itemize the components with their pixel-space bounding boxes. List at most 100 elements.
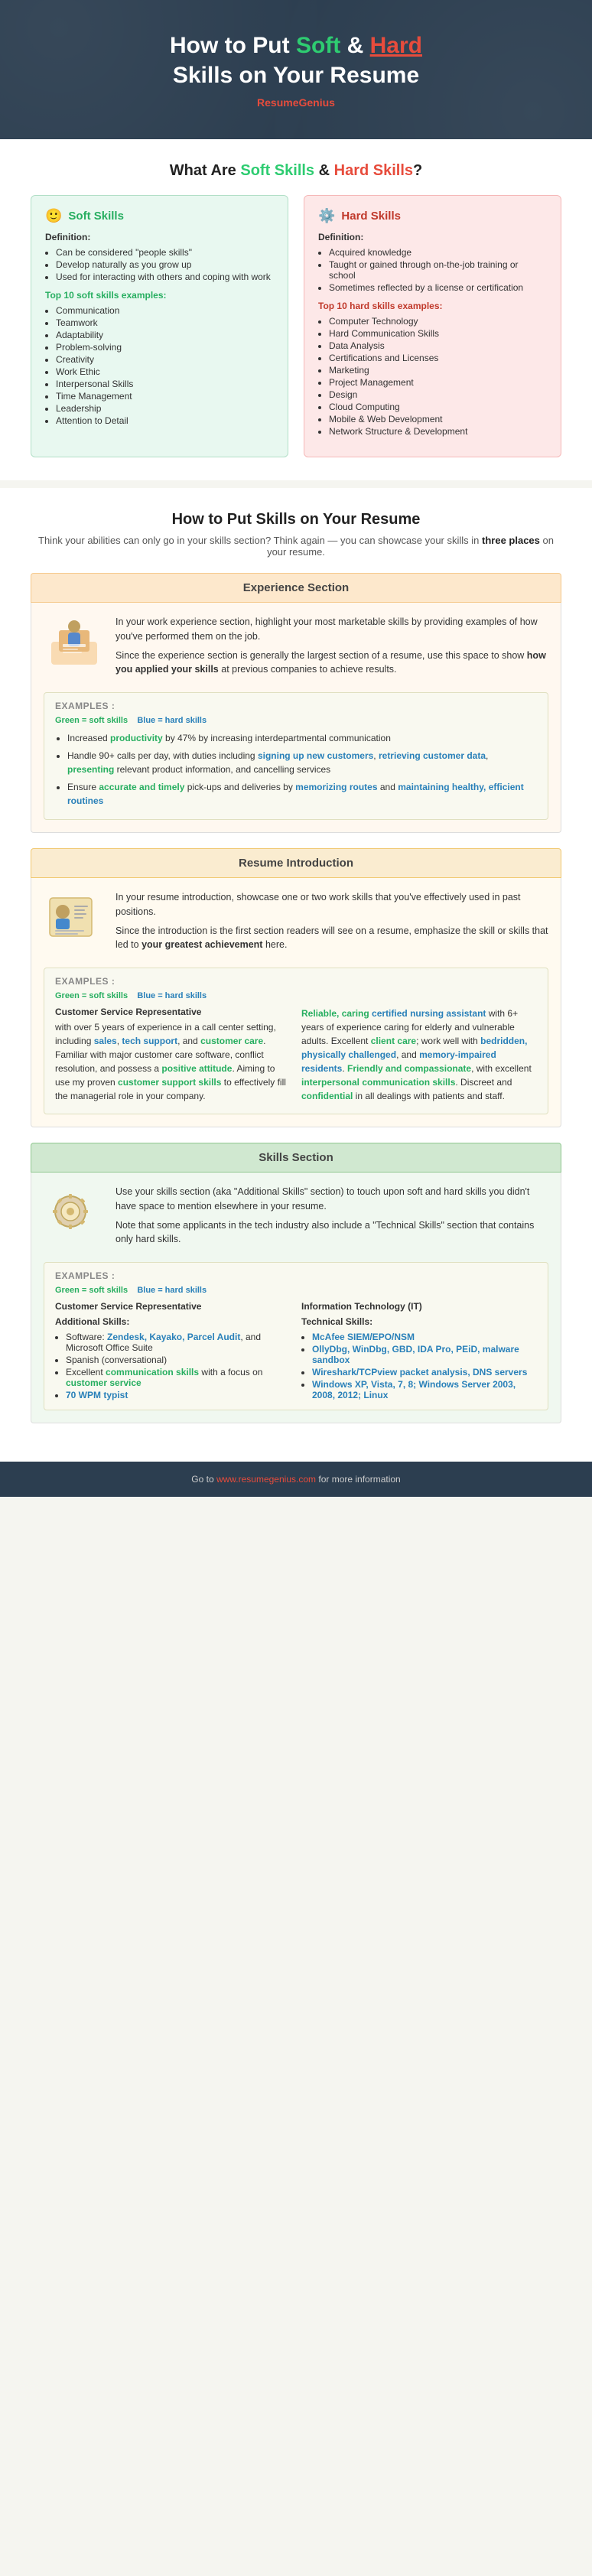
introduction-legend: Green = soft skills Blue = hard skills <box>55 991 537 1000</box>
introduction-section-body: In your resume introduction, showcase on… <box>31 878 561 1127</box>
experience-content-row: In your work experience section, highlig… <box>44 615 548 681</box>
hard-skills-icon: ⚙️ <box>318 208 335 224</box>
hard-top-label: Top 10 hard skills examples: <box>318 301 547 311</box>
list-item: Ensure accurate and timely pick-ups and … <box>67 780 537 808</box>
introduction-examples-box: EXAMPLES : Green = soft skills Blue = ha… <box>44 968 548 1114</box>
skills-two-col: Customer Service Representative Addition… <box>55 1301 537 1402</box>
list-item: Communication <box>56 305 274 316</box>
skills-left-col: Customer Service Representative Addition… <box>55 1301 291 1402</box>
list-item: Cloud Computing <box>329 402 547 412</box>
hard-def-item: Acquired knowledge <box>329 247 547 258</box>
skills-subsection: Skills Section <box>31 1143 561 1423</box>
soft-definition-list: Can be considered "people skills" Develo… <box>45 247 274 282</box>
skills-right-bullets: McAfee SIEM/EPO/NSM OllyDbg, WinDbg, GBD… <box>301 1332 537 1400</box>
introduction-right-col: Reliable, caring certified nursing assis… <box>301 1007 537 1106</box>
introduction-left-col: Customer Service Representative with ove… <box>55 1007 291 1106</box>
soft-definition-label: Definition: <box>45 232 274 242</box>
list-item: Windows XP, Vista, 7, 8; Windows Server … <box>312 1379 537 1400</box>
list-item: Teamwork <box>56 317 274 328</box>
experience-section-body: In your work experience section, highlig… <box>31 603 561 833</box>
soft-examples-list: Communication Teamwork Adaptability Prob… <box>45 305 274 426</box>
skills-section-header: Skills Section <box>31 1143 561 1173</box>
what-skills-section: What Are Soft Skills & Hard Skills? 🙂 So… <box>0 139 592 480</box>
list-item: Network Structure & Development <box>329 426 547 437</box>
introduction-illustration <box>44 890 105 944</box>
list-item: McAfee SIEM/EPO/NSM <box>312 1332 537 1342</box>
skills-text: Use your skills section (aka "Additional… <box>115 1185 548 1251</box>
list-item: Adaptability <box>56 330 274 340</box>
hard-examples-list: Computer Technology Hard Communication S… <box>318 316 547 437</box>
experience-bullets: Increased productivity by 47% by increas… <box>55 731 537 808</box>
experience-examples-label: EXAMPLES : <box>55 701 537 711</box>
list-item: Creativity <box>56 354 274 365</box>
soft-def-item: Used for interacting with others and cop… <box>56 272 274 282</box>
hard-skills-header: ⚙️ Hard Skills <box>318 208 547 224</box>
skills-legend: Green = soft skills Blue = hard skills <box>55 1286 537 1295</box>
introduction-text: In your resume introduction, showcase on… <box>115 890 548 957</box>
footer-link[interactable]: www.resumegenius.com <box>216 1474 316 1485</box>
skills-left-bullets: Software: Zendesk, Kayako, Parcel Audit,… <box>55 1332 291 1400</box>
hard-def-item: Taught or gained through on-the-job trai… <box>329 259 547 281</box>
skills-columns: 🙂 Soft Skills Definition: Can be conside… <box>31 195 561 457</box>
soft-skills-icon: 🙂 <box>45 208 62 224</box>
list-item: 70 WPM typist <box>66 1390 291 1400</box>
skills-illustration <box>44 1185 105 1238</box>
list-item: Software: Zendesk, Kayako, Parcel Audit,… <box>66 1332 291 1353</box>
hard-definition-list: Acquired knowledge Taught or gained thro… <box>318 247 547 293</box>
soft-top-label: Top 10 soft skills examples: <box>45 290 274 301</box>
introduction-section-header: Resume Introduction <box>31 848 561 878</box>
experience-subsection: Experience Section <box>31 573 561 833</box>
how-subtitle: Think your abilities can only go in your… <box>31 535 561 558</box>
list-item: Design <box>329 389 547 400</box>
list-item: Mobile & Web Development <box>329 414 547 424</box>
page-title: How to Put Soft & Hard Skills on Your Re… <box>46 31 546 90</box>
introduction-subsection: Resume Introduction <box>31 848 561 1127</box>
list-item: Work Ethic <box>56 366 274 377</box>
list-item: Problem-solving <box>56 342 274 353</box>
page-header: How to Put Soft & Hard Skills on Your Re… <box>0 0 592 139</box>
hard-skills-title: Hard Skills <box>341 210 401 223</box>
introduction-content-row: In your resume introduction, showcase on… <box>44 890 548 957</box>
how-section: How to Put Skills on Your Resume Think y… <box>0 488 592 1462</box>
list-item: Spanish (conversational) <box>66 1355 291 1365</box>
hard-def-item: Sometimes reflected by a license or cert… <box>329 282 547 293</box>
list-item: Data Analysis <box>329 340 547 351</box>
skills-content-row: Use your skills section (aka "Additional… <box>44 1185 548 1251</box>
skills-examples-label: EXAMPLES : <box>55 1270 537 1281</box>
skills-right-col: Information Technology (IT) Technical Sk… <box>301 1301 537 1402</box>
soft-def-item: Develop naturally as you grow up <box>56 259 274 270</box>
brand-logo: ResumeGenius <box>46 96 546 109</box>
list-item: Project Management <box>329 377 547 388</box>
list-item: Marketing <box>329 365 547 376</box>
list-item: Wireshark/TCPview packet analysis, DNS s… <box>312 1367 537 1377</box>
how-heading: How to Put Skills on Your Resume <box>31 511 561 529</box>
list-item: Time Management <box>56 391 274 402</box>
list-item: Computer Technology <box>329 316 547 327</box>
experience-legend: Green = soft skills Blue = hard skills <box>55 716 537 725</box>
experience-section-header: Experience Section <box>31 573 561 603</box>
hard-definition-label: Definition: <box>318 232 547 242</box>
list-item: Hard Communication Skills <box>329 328 547 339</box>
soft-skills-title: Soft Skills <box>68 210 124 223</box>
what-skills-heading: What Are Soft Skills & Hard Skills? <box>31 162 561 180</box>
list-item: Excellent communication skills with a fo… <box>66 1367 291 1388</box>
soft-skills-header: 🙂 Soft Skills <box>45 208 274 224</box>
list-item: Attention to Detail <box>56 415 274 426</box>
skills-section-body: Use your skills section (aka "Additional… <box>31 1173 561 1423</box>
list-item: Handle 90+ calls per day, with duties in… <box>67 749 537 776</box>
experience-illustration <box>44 615 105 668</box>
list-item: Interpersonal Skills <box>56 379 274 389</box>
page-footer: Go to www.resumegenius.com for more info… <box>0 1462 592 1497</box>
experience-examples-box: EXAMPLES : Green = soft skills Blue = ha… <box>44 692 548 820</box>
skills-examples-box: EXAMPLES : Green = soft skills Blue = ha… <box>44 1262 548 1410</box>
soft-skills-column: 🙂 Soft Skills Definition: Can be conside… <box>31 195 288 457</box>
introduction-examples-label: EXAMPLES : <box>55 976 537 987</box>
introduction-two-col: Customer Service Representative with ove… <box>55 1007 537 1106</box>
list-item: Certifications and Licenses <box>329 353 547 363</box>
experience-text: In your work experience section, highlig… <box>115 615 548 681</box>
list-item: Increased productivity by 47% by increas… <box>67 731 537 745</box>
soft-def-item: Can be considered "people skills" <box>56 247 274 258</box>
list-item: Leadership <box>56 403 274 414</box>
hard-skills-column: ⚙️ Hard Skills Definition: Acquired know… <box>304 195 561 457</box>
list-item: OllyDbg, WinDbg, GBD, IDA Pro, PEiD, mal… <box>312 1344 537 1365</box>
